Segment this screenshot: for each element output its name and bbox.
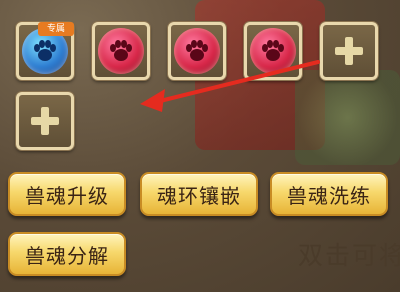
beast-soul-decompose-button[interactable]: 兽魂分解 <box>8 232 126 276</box>
soul-ring-inlay-button[interactable]: 魂环镶嵌 <box>140 172 258 216</box>
beast-soul-upgrade-button[interactable]: 兽魂升级 <box>8 172 126 216</box>
beast-soul-refine-button[interactable]: 兽魂洗练 <box>270 172 388 216</box>
